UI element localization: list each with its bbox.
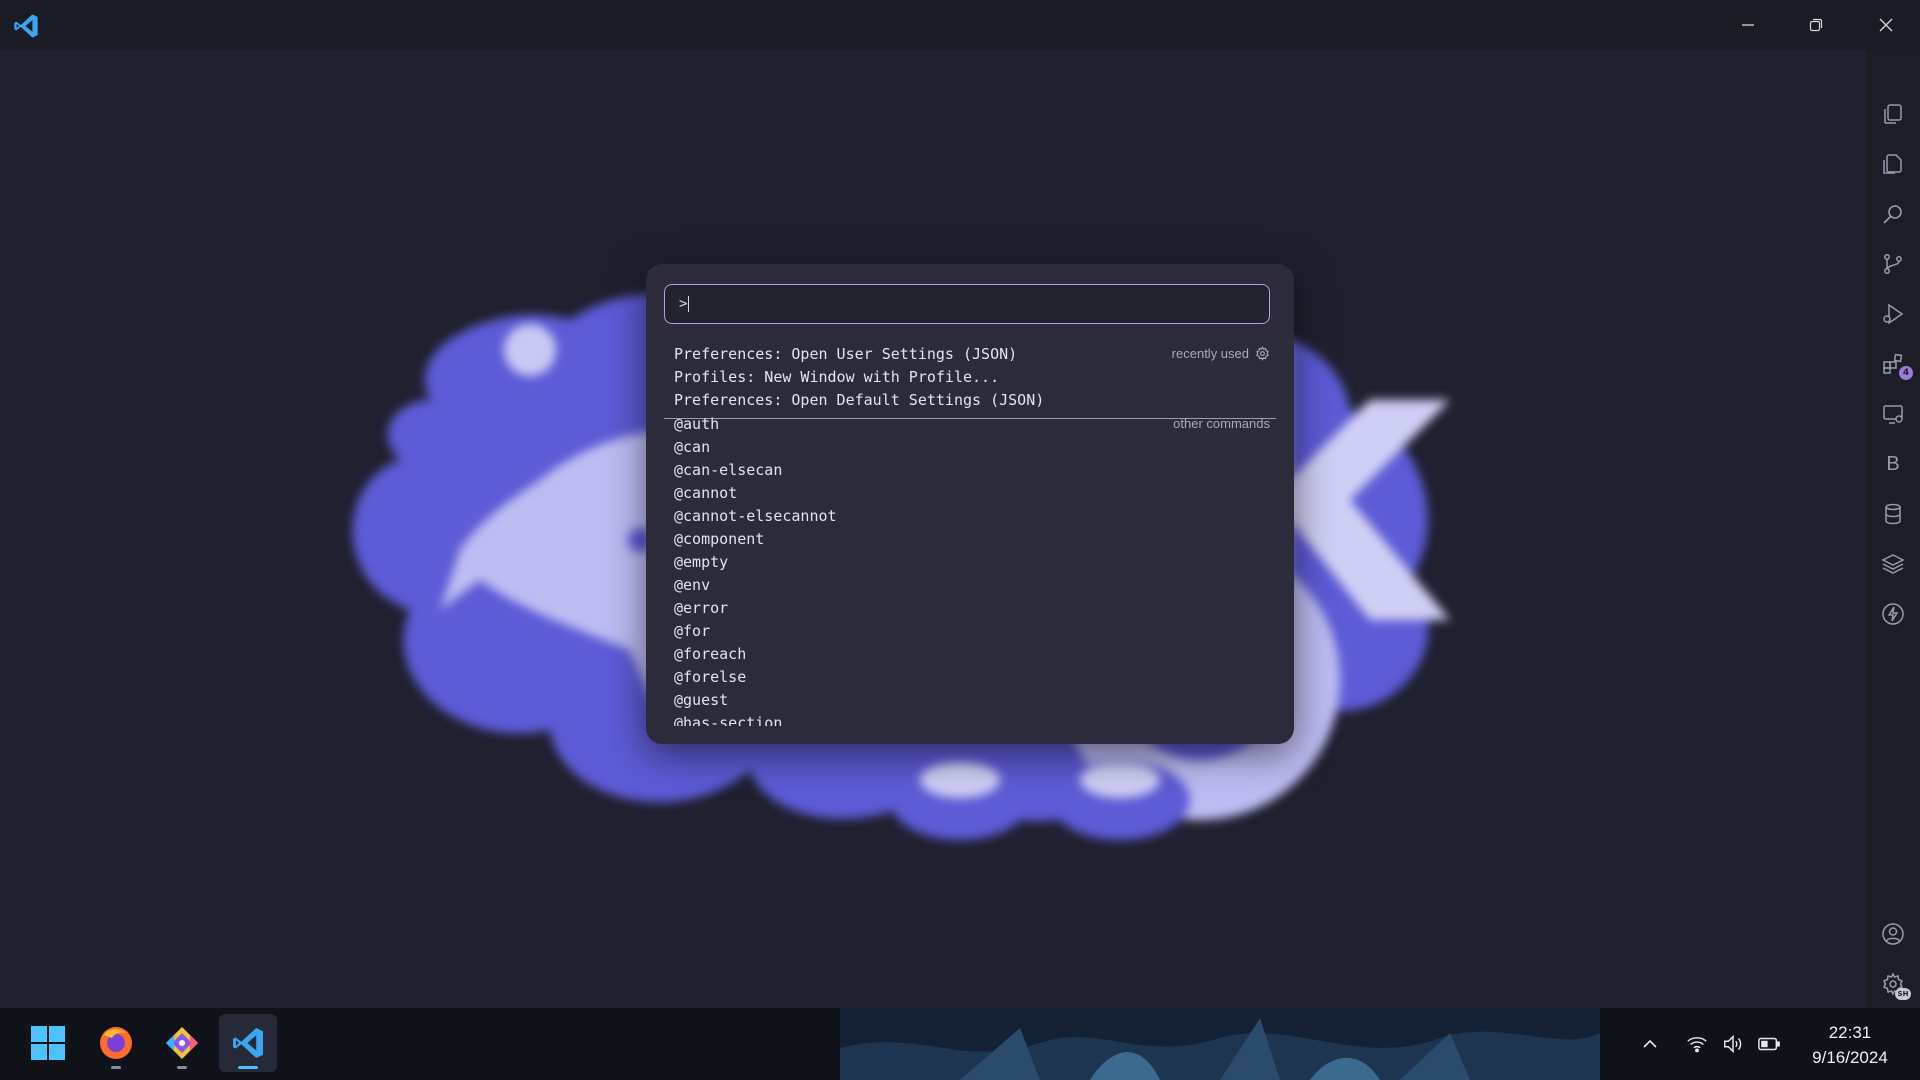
text-cursor [688, 296, 690, 312]
other-commands-hint: other commands [1173, 416, 1270, 431]
b-extension-icon[interactable]: B [1879, 450, 1907, 478]
explorer-icon[interactable] [1879, 150, 1907, 178]
command-item[interactable]: @cannot-elsecannot [656, 504, 1284, 527]
windows-start-icon [31, 1026, 65, 1060]
command-item[interactable]: Profiles: New Window with Profile... [656, 365, 1284, 388]
recently-used-hint: recently used [1172, 346, 1270, 361]
start-button[interactable] [19, 1014, 77, 1072]
taskbar-app-firefox[interactable] [87, 1014, 145, 1072]
command-item[interactable]: @cannot [656, 481, 1284, 504]
command-item[interactable]: @env [656, 573, 1284, 596]
minimize-icon [1742, 24, 1754, 26]
command-item[interactable]: Preferences: Open User Settings (JSON) r… [656, 342, 1284, 365]
command-item[interactable]: @foreach [656, 642, 1284, 665]
command-list: Preferences: Open User Settings (JSON) r… [656, 342, 1284, 726]
copy-icon[interactable] [1879, 100, 1907, 128]
command-item[interactable]: @component [656, 527, 1284, 550]
command-item[interactable]: @can-elsecan [656, 458, 1284, 481]
wifi-icon[interactable] [1685, 1032, 1709, 1056]
battery-icon[interactable] [1757, 1032, 1781, 1056]
system-clock[interactable]: 22:31 9/16/2024 [1790, 1020, 1910, 1070]
command-item[interactable]: @for [656, 619, 1284, 642]
extensions-badge: 4 [1899, 366, 1913, 380]
extensions-icon[interactable]: 4 [1879, 350, 1913, 380]
wallpaper-strip-image [840, 1008, 1600, 1080]
layers-icon[interactable] [1879, 550, 1907, 578]
close-button[interactable] [1852, 0, 1920, 50]
command-item[interactable]: @has-section [656, 711, 1284, 727]
restore-icon [1809, 18, 1823, 32]
restore-button[interactable] [1782, 0, 1850, 50]
manage-gear-icon[interactable]: SH [1879, 970, 1911, 1000]
firefox-icon [100, 1027, 132, 1059]
clock-time: 22:31 [1828, 1023, 1872, 1042]
database-icon[interactable] [1879, 500, 1907, 528]
command-item[interactable]: Preferences: Open Default Settings (JSON… [656, 388, 1284, 411]
run-debug-icon[interactable] [1879, 300, 1907, 328]
chevron-up-icon[interactable] [1638, 1032, 1662, 1056]
remote-explorer-icon[interactable] [1879, 400, 1907, 428]
close-icon [1879, 18, 1893, 32]
taskbar-app-git[interactable] [153, 1014, 211, 1072]
command-palette: > Preferences: Open User Settings (JSON)… [646, 264, 1294, 744]
search-icon[interactable] [1879, 200, 1907, 228]
git-app-icon [166, 1027, 198, 1059]
minimize-button[interactable] [1714, 0, 1782, 50]
vscode-icon [233, 1028, 263, 1058]
command-item[interactable]: @forelse [656, 665, 1284, 688]
command-item[interactable]: @guest [656, 688, 1284, 711]
running-indicator [177, 1066, 187, 1069]
volume-icon[interactable] [1721, 1032, 1745, 1056]
activity-bar: 4 B SH [1866, 50, 1920, 1008]
clock-date: 9/16/2024 [1812, 1048, 1888, 1067]
command-palette-input[interactable]: > [664, 284, 1270, 324]
command-palette-input-value: > [679, 296, 688, 312]
taskbar: 22:31 9/16/2024 [0, 1008, 1920, 1080]
lightning-icon[interactable] [1879, 600, 1907, 628]
profile-badge: SH [1895, 988, 1911, 1000]
active-indicator [238, 1066, 258, 1069]
vscode-icon[interactable] [12, 12, 40, 40]
taskbar-app-vscode[interactable] [219, 1014, 277, 1072]
command-item[interactable]: @auth other commands [656, 412, 1284, 435]
command-item[interactable]: @empty [656, 550, 1284, 573]
running-indicator [111, 1066, 121, 1069]
gear-icon[interactable] [1255, 346, 1270, 361]
account-icon[interactable] [1879, 920, 1907, 948]
command-item[interactable]: @error [656, 596, 1284, 619]
source-control-icon[interactable] [1879, 250, 1907, 278]
command-item[interactable]: @can [656, 435, 1284, 458]
title-bar [0, 0, 1920, 50]
